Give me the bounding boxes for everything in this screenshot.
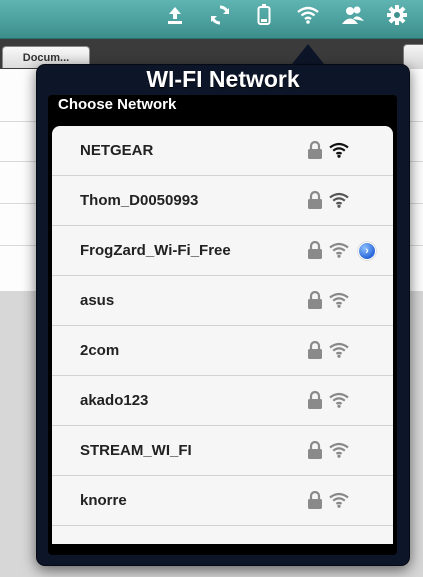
upload-icon[interactable] — [162, 3, 188, 27]
lock-icon — [307, 140, 323, 165]
network-row[interactable]: Thom_D0050993 — [52, 176, 393, 226]
lock-icon — [307, 190, 323, 215]
network-name: asus — [80, 292, 115, 309]
network-name: Thom_D0050993 — [80, 192, 199, 209]
network-name: NETGEAR — [80, 142, 154, 159]
network-row[interactable]: 2com — [52, 326, 393, 376]
network-list: NETGEAR Thom_D0050993 FrogZard_Wi-Fi_Free ›… — [52, 126, 393, 544]
wifi-signal-icon — [329, 492, 349, 513]
section-label: Choose Network — [58, 96, 177, 113]
wifi-signal-icon — [329, 192, 349, 213]
network-row[interactable]: FrogZard_Wi-Fi_Free › — [52, 226, 393, 276]
wifi-popover: WI-FI Network Choose Network NETGEAR Thom… — [36, 64, 410, 566]
wifi-signal-icon — [329, 442, 349, 463]
network-row[interactable]: NETGEAR — [52, 126, 393, 176]
popover-title: WI-FI Network — [146, 66, 300, 92]
popover-arrow — [292, 44, 324, 64]
wifi-signal-icon — [329, 242, 349, 263]
top-toolbar — [0, 0, 423, 39]
wifi-signal-icon — [329, 392, 349, 413]
detail-disclosure-icon[interactable]: › — [358, 242, 376, 260]
network-row[interactable]: knorre — [52, 476, 393, 526]
network-name: akado123 — [80, 392, 149, 409]
wifi-icon[interactable] — [295, 3, 321, 27]
lock-icon — [307, 390, 323, 415]
lock-icon — [307, 240, 323, 265]
network-row[interactable] — [52, 526, 393, 544]
battery-icon[interactable] — [251, 3, 277, 27]
sync-icon[interactable] — [207, 3, 233, 27]
network-name: STREAM_WI_FI — [80, 442, 192, 459]
network-name: FrogZard_Wi-Fi_Free — [80, 242, 231, 259]
lock-icon — [307, 440, 323, 465]
network-row[interactable]: akado123 — [52, 376, 393, 426]
lock-icon — [307, 490, 323, 515]
network-row[interactable]: STREAM_WI_FI — [52, 426, 393, 476]
wifi-signal-icon — [329, 292, 349, 313]
network-name: knorre — [80, 492, 127, 509]
gear-icon[interactable] — [384, 3, 410, 27]
network-name: 2com — [80, 342, 120, 359]
contacts-icon[interactable] — [340, 3, 366, 27]
popover-body: Choose Network NETGEAR Thom_D0050993 FrogZ… — [48, 95, 397, 555]
wifi-signal-icon — [329, 142, 349, 163]
wifi-signal-icon — [329, 342, 349, 363]
lock-icon — [307, 340, 323, 365]
network-row[interactable]: asus — [52, 276, 393, 326]
lock-icon — [307, 290, 323, 315]
